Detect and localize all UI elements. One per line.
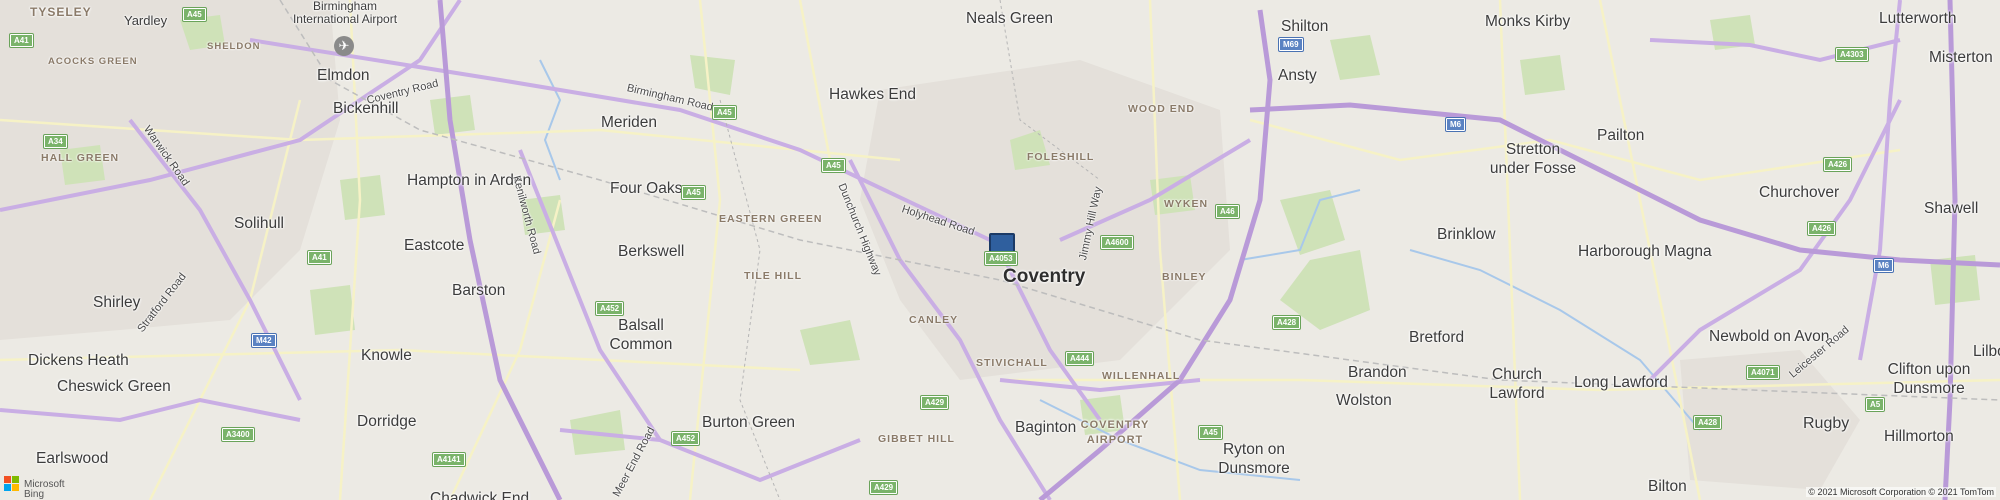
place-label[interactable]: Lutterworth [1879,10,1957,28]
road-shield: A452 [596,302,624,315]
place-label[interactable]: Misterton [1929,49,1993,67]
district-label[interactable]: Binley [1162,271,1207,283]
road-shield: A426 [1824,158,1852,171]
district-label[interactable]: Wyken [1164,198,1208,210]
road-shield: A45 [713,106,736,119]
place-label[interactable]: Neals Green [966,10,1053,28]
place-label[interactable]: Brinklow [1437,226,1496,244]
district-label[interactable]: Gibbet Hill [878,433,955,445]
road-shield: A4303 [1836,48,1868,61]
road-shield: A46 [1216,205,1239,218]
road-shield: A3400 [222,428,254,441]
place-label[interactable]: Birmingham International Airport [290,0,400,26]
district-label[interactable]: Sheldon [207,41,260,52]
road-shield-motorway: M6 [1874,259,1894,272]
road-shield: A428 [1273,316,1301,329]
place-label[interactable]: Church Lawford [1477,365,1557,403]
place-label[interactable]: Rugby [1803,415,1849,433]
place-label[interactable]: Barston [452,282,505,300]
road-shield: A428 [1694,416,1722,429]
district-label[interactable]: Tile Hill [744,270,802,282]
road-shield: A41 [10,34,33,47]
airport-icon[interactable]: ✈ [334,36,354,56]
place-label[interactable]: Bilton [1648,478,1687,496]
road-shield: A45 [1199,426,1222,439]
place-label[interactable]: Elmdon [317,67,370,85]
district-label[interactable]: Eastern Green [719,213,822,225]
district-label[interactable]: Stivichall [976,357,1048,369]
district-label[interactable]: Willenhall [1102,370,1180,382]
place-label[interactable]: Eastcote [404,237,464,255]
place-label[interactable]: Cheswick Green [57,378,171,396]
place-label[interactable]: Dorridge [357,413,416,431]
place-label[interactable]: Newbold on Avon [1709,328,1829,346]
road-shield: A5 [1866,398,1885,411]
road-shield: A4600 [1101,236,1133,249]
place-label[interactable]: Burton Green [702,414,795,432]
road-shield: A45 [183,8,206,21]
place-label[interactable]: Coventry Airport [1080,418,1150,448]
place-label-city[interactable]: Coventry [1003,267,1085,286]
road-shield-motorway: M6 [1446,118,1466,131]
road-shield: A45 [822,159,845,172]
place-label[interactable]: Clifton upon Dunsmore [1874,360,1984,398]
road-shield: A45 [682,186,705,199]
place-label[interactable]: Shawell [1924,200,1978,218]
place-label[interactable]: Chadwick End [430,490,529,500]
place-label[interactable]: Berkswell [618,243,684,261]
place-label[interactable]: Tyseley [30,3,92,21]
road-shield-motorway: M42 [252,334,276,347]
place-label[interactable]: Dickens Heath [28,352,129,370]
place-label[interactable]: Hillmorton [1884,428,1954,446]
road-shield: A4071 [1747,366,1779,379]
place-label[interactable]: Earlswood [36,450,108,468]
place-label[interactable]: Pailton [1597,127,1644,145]
place-label[interactable]: Meriden [601,114,657,132]
place-label[interactable]: Monks Kirby [1485,13,1570,31]
place-label[interactable]: Stretton under Fosse [1488,140,1578,178]
place-label[interactable]: Ansty [1278,67,1317,85]
map-canvas[interactable]: ✈ A4053 Tyseley Yardley Acocks Green She… [0,0,2000,500]
place-label[interactable]: Lilbo [1973,343,2000,361]
bing-logo-text: Microsoft Bing [24,480,65,500]
place-label[interactable]: Solihull [234,215,284,233]
bing-logo-line2: Bing [24,489,45,500]
district-label[interactable]: Acocks Green [48,56,138,67]
place-label[interactable]: Shirley [93,294,140,312]
district-label[interactable]: Canley [909,314,958,326]
location-marker-shield: A4053 [985,252,1017,265]
road-shield-motorway: M69 [1279,38,1303,51]
place-label[interactable]: Four Oaks [610,180,682,198]
road-shield: A444 [1066,352,1094,365]
place-label[interactable]: Churchover [1759,184,1839,202]
place-label[interactable]: Brandon [1348,364,1407,382]
road-shield: A41 [308,251,331,264]
place-label[interactable]: Wolston [1336,392,1392,410]
district-label[interactable]: Wood End [1128,103,1195,115]
road-shield: A4141 [433,453,465,466]
place-label[interactable]: Bickenhill [333,100,398,118]
place-label[interactable]: Ryton on Dunsmore [1204,440,1304,478]
copyright-notice: © 2021 Microsoft Corporation © 2021 TomT… [1806,487,1996,497]
place-label[interactable]: Baginton [1015,419,1076,437]
road-shield: A426 [1808,222,1836,235]
place-label[interactable]: Long Lawford [1574,374,1668,392]
place-label[interactable]: Yardley [124,12,167,30]
place-label[interactable]: Bretford [1409,329,1464,347]
road-shield: A429 [921,396,949,409]
place-label[interactable]: Harborough Magna [1578,243,1712,261]
road-shield: A34 [44,135,67,148]
road-shield: A429 [870,481,898,494]
road-shield: A452 [672,432,700,445]
district-label[interactable]: Foleshill [1027,151,1094,163]
place-label[interactable]: Balsall Common [596,316,686,354]
place-label[interactable]: Knowle [361,347,412,365]
district-label[interactable]: Hall Green [41,152,119,164]
microsoft-logo-icon [4,476,19,491]
place-label[interactable]: Hawkes End [829,86,916,104]
place-label[interactable]: Shilton [1281,18,1328,36]
